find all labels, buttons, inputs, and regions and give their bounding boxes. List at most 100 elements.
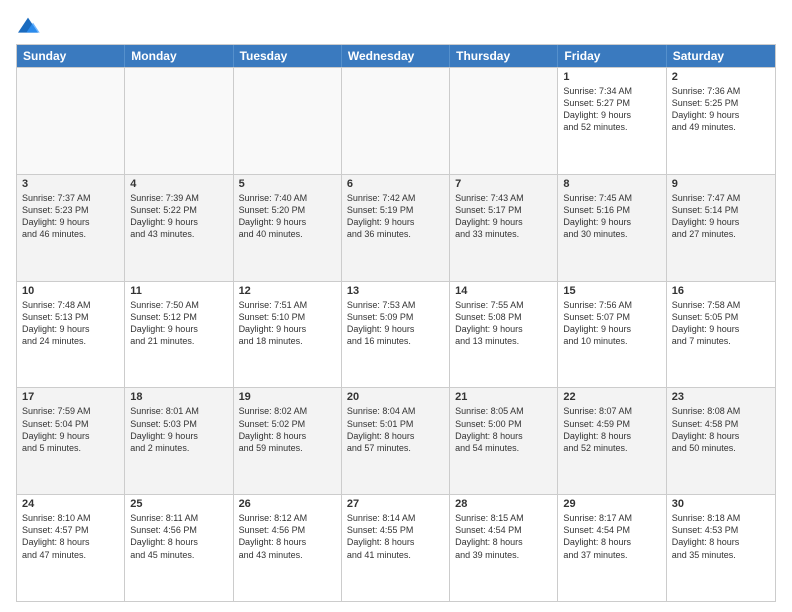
- day-number: 19: [239, 391, 336, 403]
- cell-text-line: and 30 minutes.: [563, 228, 660, 240]
- cell-text-line: Daylight: 8 hours: [239, 536, 336, 548]
- calendar-cell: 13Sunrise: 7:53 AMSunset: 5:09 PMDayligh…: [342, 282, 450, 388]
- cell-text-line: and 45 minutes.: [130, 549, 227, 561]
- cell-text-line: and 43 minutes.: [239, 549, 336, 561]
- day-number: 1: [563, 71, 660, 83]
- calendar-cell: 18Sunrise: 8:01 AMSunset: 5:03 PMDayligh…: [125, 388, 233, 494]
- calendar: SundayMondayTuesdayWednesdayThursdayFrid…: [16, 44, 776, 602]
- cell-text-line: Daylight: 9 hours: [672, 109, 770, 121]
- cell-text-line: Sunrise: 7:36 AM: [672, 85, 770, 97]
- cell-text-line: Sunrise: 8:05 AM: [455, 405, 552, 417]
- day-number: 30: [672, 498, 770, 510]
- calendar-cell: 16Sunrise: 7:58 AMSunset: 5:05 PMDayligh…: [667, 282, 775, 388]
- cell-text-line: Sunset: 5:08 PM: [455, 311, 552, 323]
- cell-text-line: Sunrise: 7:59 AM: [22, 405, 119, 417]
- day-number: 2: [672, 71, 770, 83]
- calendar-cell: 19Sunrise: 8:02 AMSunset: 5:02 PMDayligh…: [234, 388, 342, 494]
- cell-text-line: Sunrise: 7:42 AM: [347, 192, 444, 204]
- cell-text-line: Daylight: 8 hours: [239, 430, 336, 442]
- cell-text-line: and 52 minutes.: [563, 121, 660, 133]
- day-number: 29: [563, 498, 660, 510]
- cell-text-line: Daylight: 8 hours: [672, 536, 770, 548]
- cell-text-line: Daylight: 8 hours: [347, 430, 444, 442]
- calendar-header-cell: Saturday: [667, 45, 775, 67]
- cell-text-line: Daylight: 9 hours: [22, 323, 119, 335]
- cell-text-line: Sunset: 5:25 PM: [672, 97, 770, 109]
- day-number: 20: [347, 391, 444, 403]
- day-number: 5: [239, 178, 336, 190]
- cell-text-line: Daylight: 9 hours: [563, 216, 660, 228]
- cell-text-line: Daylight: 9 hours: [347, 323, 444, 335]
- calendar-header-cell: Sunday: [17, 45, 125, 67]
- cell-text-line: Sunrise: 8:14 AM: [347, 512, 444, 524]
- calendar-cell: 28Sunrise: 8:15 AMSunset: 4:54 PMDayligh…: [450, 495, 558, 601]
- calendar-row: 17Sunrise: 7:59 AMSunset: 5:04 PMDayligh…: [17, 387, 775, 494]
- cell-text-line: Sunrise: 7:53 AM: [347, 299, 444, 311]
- day-number: 12: [239, 285, 336, 297]
- calendar-cell: [450, 68, 558, 174]
- calendar-cell: 10Sunrise: 7:48 AMSunset: 5:13 PMDayligh…: [17, 282, 125, 388]
- day-number: 28: [455, 498, 552, 510]
- calendar-cell: 26Sunrise: 8:12 AMSunset: 4:56 PMDayligh…: [234, 495, 342, 601]
- day-number: 18: [130, 391, 227, 403]
- cell-text-line: Sunset: 5:20 PM: [239, 204, 336, 216]
- cell-text-line: Sunrise: 8:10 AM: [22, 512, 119, 524]
- cell-text-line: Sunrise: 7:55 AM: [455, 299, 552, 311]
- day-number: 25: [130, 498, 227, 510]
- calendar-cell: 20Sunrise: 8:04 AMSunset: 5:01 PMDayligh…: [342, 388, 450, 494]
- cell-text-line: and 35 minutes.: [672, 549, 770, 561]
- cell-text-line: and 40 minutes.: [239, 228, 336, 240]
- calendar-cell: 6Sunrise: 7:42 AMSunset: 5:19 PMDaylight…: [342, 175, 450, 281]
- cell-text-line: Sunrise: 8:17 AM: [563, 512, 660, 524]
- cell-text-line: and 43 minutes.: [130, 228, 227, 240]
- calendar-row: 10Sunrise: 7:48 AMSunset: 5:13 PMDayligh…: [17, 281, 775, 388]
- cell-text-line: and 52 minutes.: [563, 442, 660, 454]
- cell-text-line: Sunset: 4:57 PM: [22, 524, 119, 536]
- cell-text-line: and 50 minutes.: [672, 442, 770, 454]
- cell-text-line: Sunset: 5:14 PM: [672, 204, 770, 216]
- cell-text-line: Sunset: 5:23 PM: [22, 204, 119, 216]
- cell-text-line: Daylight: 9 hours: [563, 109, 660, 121]
- cell-text-line: and 41 minutes.: [347, 549, 444, 561]
- cell-text-line: and 59 minutes.: [239, 442, 336, 454]
- cell-text-line: Sunset: 5:00 PM: [455, 418, 552, 430]
- calendar-cell: 14Sunrise: 7:55 AMSunset: 5:08 PMDayligh…: [450, 282, 558, 388]
- cell-text-line: and 18 minutes.: [239, 335, 336, 347]
- cell-text-line: Sunrise: 8:02 AM: [239, 405, 336, 417]
- calendar-cell: [342, 68, 450, 174]
- cell-text-line: Sunrise: 8:07 AM: [563, 405, 660, 417]
- cell-text-line: and 47 minutes.: [22, 549, 119, 561]
- cell-text-line: Sunset: 4:56 PM: [130, 524, 227, 536]
- calendar-cell: [234, 68, 342, 174]
- day-number: 26: [239, 498, 336, 510]
- calendar-body: 1Sunrise: 7:34 AMSunset: 5:27 PMDaylight…: [17, 67, 775, 601]
- cell-text-line: Sunset: 5:12 PM: [130, 311, 227, 323]
- cell-text-line: Daylight: 9 hours: [563, 323, 660, 335]
- cell-text-line: Sunrise: 7:34 AM: [563, 85, 660, 97]
- cell-text-line: and 2 minutes.: [130, 442, 227, 454]
- cell-text-line: Sunset: 5:19 PM: [347, 204, 444, 216]
- cell-text-line: Sunset: 5:09 PM: [347, 311, 444, 323]
- calendar-row: 24Sunrise: 8:10 AMSunset: 4:57 PMDayligh…: [17, 494, 775, 601]
- cell-text-line: and 39 minutes.: [455, 549, 552, 561]
- cell-text-line: Daylight: 8 hours: [347, 536, 444, 548]
- calendar-cell: 21Sunrise: 8:05 AMSunset: 5:00 PMDayligh…: [450, 388, 558, 494]
- cell-text-line: Sunset: 5:07 PM: [563, 311, 660, 323]
- day-number: 4: [130, 178, 227, 190]
- cell-text-line: Sunrise: 7:51 AM: [239, 299, 336, 311]
- cell-text-line: Sunrise: 8:18 AM: [672, 512, 770, 524]
- header: [16, 16, 776, 36]
- cell-text-line: Sunset: 5:27 PM: [563, 97, 660, 109]
- cell-text-line: Daylight: 8 hours: [130, 536, 227, 548]
- day-number: 10: [22, 285, 119, 297]
- cell-text-line: Sunset: 5:13 PM: [22, 311, 119, 323]
- cell-text-line: Daylight: 9 hours: [130, 430, 227, 442]
- calendar-cell: [125, 68, 233, 174]
- cell-text-line: Daylight: 9 hours: [239, 323, 336, 335]
- cell-text-line: Sunset: 4:59 PM: [563, 418, 660, 430]
- calendar-cell: 8Sunrise: 7:45 AMSunset: 5:16 PMDaylight…: [558, 175, 666, 281]
- cell-text-line: Sunrise: 7:37 AM: [22, 192, 119, 204]
- cell-text-line: Daylight: 9 hours: [347, 216, 444, 228]
- day-number: 11: [130, 285, 227, 297]
- cell-text-line: Sunrise: 8:12 AM: [239, 512, 336, 524]
